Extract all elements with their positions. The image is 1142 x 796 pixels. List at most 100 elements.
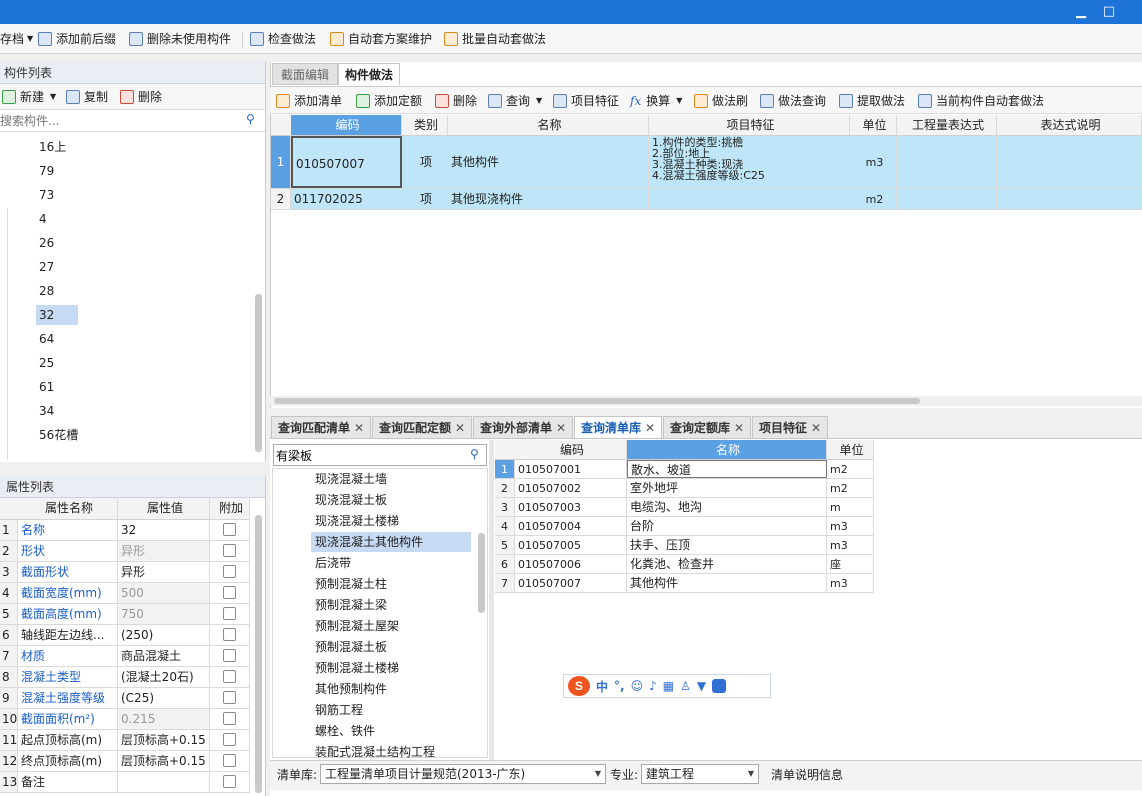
property-value[interactable]	[118, 772, 210, 792]
query-button[interactable]: 查询 ▼	[488, 92, 542, 110]
method-expression-desc[interactable]	[997, 189, 1142, 209]
component-item[interactable]: 61	[39, 377, 54, 397]
property-value[interactable]: 商品混凝土	[118, 646, 210, 666]
library-code[interactable]: 010507002	[515, 479, 627, 497]
component-item[interactable]: 34	[39, 401, 54, 421]
library-name[interactable]: 化粪池、检查井	[627, 555, 827, 573]
extra-checkbox[interactable]	[223, 523, 236, 536]
property-row[interactable]: 13 备注	[0, 772, 250, 793]
property-value[interactable]: 层顶标高+0.15	[118, 730, 210, 750]
list-info-label[interactable]: 清单说明信息	[771, 766, 843, 784]
library-name[interactable]: 台阶	[627, 517, 827, 535]
lib-col-unit-header[interactable]: 单位	[827, 440, 874, 459]
user-icon[interactable]: ♙	[680, 679, 691, 693]
property-value[interactable]: 500	[118, 583, 210, 603]
library-row[interactable]: 1 010507001 散水、坡道 m2	[495, 460, 874, 479]
item-feature-button[interactable]: 项目特征	[553, 92, 619, 110]
close-icon[interactable]: ✕	[811, 421, 821, 435]
doc-menu[interactable]: 存档 ▼	[0, 30, 33, 48]
method-name[interactable]: 其他构件	[448, 136, 649, 188]
bottom-tab[interactable]: 查询外部清单 ✕	[473, 416, 574, 438]
method-expression[interactable]	[897, 189, 997, 209]
copy-component-button[interactable]: 复制	[66, 88, 108, 106]
library-code[interactable]: 010507005	[515, 536, 627, 554]
delete-component-button[interactable]: 删除	[120, 88, 162, 106]
component-item[interactable]: 25	[39, 353, 54, 373]
property-row[interactable]: 10 截面面积(m²) 0.215	[0, 709, 250, 730]
tab-section-edit[interactable]: 截面编辑	[272, 63, 338, 85]
extra-checkbox[interactable]	[223, 565, 236, 578]
library-row[interactable]: 3 010507003 电缆沟、地沟 m	[495, 498, 874, 517]
current-auto-method-button[interactable]: 当前构件自动套做法	[918, 92, 1044, 110]
extra-checkbox[interactable]	[223, 649, 236, 662]
major-select[interactable]: 建筑工程 ▼	[641, 764, 759, 784]
tree-item[interactable]: 预制混凝土屋架	[315, 616, 399, 636]
property-value[interactable]: (C25)	[118, 688, 210, 708]
bottom-tab[interactable]: 项目特征 ✕	[752, 416, 829, 438]
extra-checkbox[interactable]	[223, 733, 236, 746]
tree-item[interactable]: 后浇带	[315, 553, 351, 573]
ime-punct-toggle[interactable]: °,	[614, 679, 625, 693]
extra-checkbox[interactable]	[223, 607, 236, 620]
property-value[interactable]: 异形	[118, 541, 210, 561]
property-row[interactable]: 3 截面形状 异形	[0, 562, 250, 583]
tree-item[interactable]: 现浇混凝土其他构件	[311, 532, 471, 552]
extra-checkbox[interactable]	[223, 586, 236, 599]
check-method-button[interactable]: 检查做法	[250, 30, 316, 48]
method-expression-desc[interactable]	[997, 136, 1142, 188]
search-icon[interactable]: ⚲	[246, 112, 255, 126]
extra-checkbox[interactable]	[223, 670, 236, 683]
col-expr-desc-header[interactable]: 表达式说明	[997, 115, 1142, 135]
tree-item[interactable]: 预制混凝土柱	[315, 574, 387, 594]
extra-checkbox[interactable]	[223, 754, 236, 767]
maximize-button[interactable]: □	[1096, 2, 1122, 22]
tab-component-method[interactable]: 构件做法	[338, 63, 400, 85]
library-search-input[interactable]	[276, 446, 456, 464]
method-row[interactable]: 1 010507007 项其他构件 1.构件的类型:挑檐 2.部位:地上 3.混凝土种类:…	[271, 136, 1142, 189]
method-name[interactable]: 其他现浇构件	[448, 189, 649, 209]
property-value[interactable]: 750	[118, 604, 210, 624]
batch-auto-method-button[interactable]: 批量自动套做法	[444, 30, 546, 48]
method-brush-button[interactable]: 做法刷	[694, 92, 748, 110]
tree-item[interactable]: 其他预制构件	[315, 679, 387, 699]
property-value[interactable]: 0.215	[118, 709, 210, 729]
library-row[interactable]: 4 010507004 台阶 m3	[495, 517, 874, 536]
library-name[interactable]: 室外地坪	[627, 479, 827, 497]
extra-checkbox[interactable]	[223, 691, 236, 704]
close-icon[interactable]: ✕	[455, 421, 465, 435]
component-item[interactable]: 4	[39, 209, 47, 229]
property-scrollbar[interactable]	[255, 515, 262, 793]
library-code[interactable]: 010507003	[515, 498, 627, 516]
component-item[interactable]: 79	[39, 161, 54, 181]
property-row[interactable]: 1 名称 32	[0, 520, 250, 541]
component-item[interactable]: 56花槽	[39, 425, 78, 445]
extra-checkbox[interactable]	[223, 544, 236, 557]
property-value[interactable]: 32	[118, 520, 210, 540]
auto-plan-maintain-button[interactable]: 自动套方案维护	[330, 30, 432, 48]
col-feature-header[interactable]: 项目特征	[649, 115, 850, 135]
tree-scrollbar[interactable]	[478, 533, 485, 613]
method-row[interactable]: 2 011702025 项其他现浇构件 m2	[271, 189, 1142, 210]
bottom-tab[interactable]: 查询匹配定额 ✕	[372, 416, 473, 438]
property-row[interactable]: 6 轴线距左边线... (250)	[0, 625, 250, 646]
method-hscrollbar[interactable]	[274, 398, 920, 404]
close-icon[interactable]: ✕	[645, 421, 655, 435]
library-row[interactable]: 5 010507005 扶手、压顶 m3	[495, 536, 874, 555]
component-item[interactable]: 64	[39, 329, 54, 349]
tree-item[interactable]: 预制混凝土楼梯	[315, 658, 399, 678]
property-row[interactable]: 4 截面宽度(mm) 500	[0, 583, 250, 604]
property-row[interactable]: 7 材质 商品混凝土	[0, 646, 250, 667]
method-code[interactable]: 011702025	[291, 189, 402, 209]
tree-item[interactable]: 现浇混凝土板	[315, 490, 387, 510]
method-code[interactable]: 010507007	[291, 136, 402, 188]
close-icon[interactable]: ✕	[734, 421, 744, 435]
property-row[interactable]: 12 终点顶标高(m) 层顶标高+0.15	[0, 751, 250, 772]
property-value[interactable]: 层顶标高+0.15	[118, 751, 210, 771]
method-expression[interactable]	[897, 136, 997, 188]
library-row[interactable]: 2 010507002 室外地坪 m2	[495, 479, 874, 498]
bottom-tab[interactable]: 查询定额库 ✕	[663, 416, 752, 438]
bottom-tab[interactable]: 查询匹配清单 ✕	[271, 416, 372, 438]
component-search-input[interactable]	[0, 111, 240, 131]
tree-item[interactable]: 现浇混凝土墙	[315, 469, 387, 489]
delete-unused-button[interactable]: 删除未使用构件	[129, 30, 231, 48]
